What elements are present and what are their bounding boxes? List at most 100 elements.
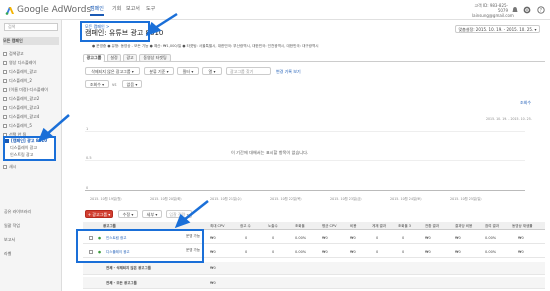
tab-opportunities[interactable]: 기회	[112, 5, 121, 14]
sidebar-all-campaigns[interactable]: 모든 캠페인	[3, 37, 59, 45]
cell-value: 0	[376, 250, 379, 254]
sidebar-campaign-item[interactable]: (이름 미정)-디스플레이	[3, 86, 59, 94]
cell-value: 0	[245, 236, 248, 240]
chart-y-tick: 0	[86, 186, 89, 190]
sidebar-campaign-item[interactable]: 디스플레이_광고3	[3, 104, 59, 112]
customer-id: 고객 ID: 983-825-5079	[474, 3, 508, 13]
cell-value: 0	[245, 250, 248, 254]
col-header[interactable]: 게재 결과	[372, 224, 386, 228]
cell-value: ₩0	[518, 236, 524, 240]
summary-label: 전체 - 삭제되지 않은 광고그룹	[106, 266, 151, 270]
tab-reports[interactable]: 보고서	[126, 5, 140, 14]
cell-value: 0	[402, 250, 405, 254]
cell-value: 0.00%	[485, 250, 497, 254]
chart-x-tick: 2015. 10월 24일(토)	[390, 197, 422, 201]
row-cpv[interactable]: ₩0	[210, 250, 216, 254]
tab-adgroups[interactable]: 광고그룹	[83, 54, 105, 62]
adgroup-filter-dropdown[interactable]: 삭제되지 않은 광고그룹 ▾	[85, 67, 140, 75]
chart-x-tick: 2015. 10월 22일(목)	[270, 197, 302, 201]
help-icon[interactable]: ?	[537, 6, 545, 14]
sidebar-campaign-item[interactable]: 검색광고	[3, 50, 59, 58]
account-info[interactable]: 고객 ID: 983-825-5079 lainsung@gmail.com	[472, 3, 514, 18]
tab-campaigns[interactable]: 캠페인	[90, 5, 104, 16]
cell-value: ₩0	[350, 250, 356, 254]
chart-empty-message: 이 기간에 대해서는 표시할 항목이 없습니다.	[231, 150, 309, 155]
vs-label: vs	[112, 82, 117, 87]
tab-settings[interactable]: 설정	[107, 54, 121, 62]
gear-icon[interactable]	[523, 6, 531, 14]
chart-gridline	[85, 131, 525, 132]
add-adgroup-button[interactable]: + 광고그룹 ▾	[85, 210, 113, 218]
segment-dropdown[interactable]: 분류 기준 ▾	[144, 67, 174, 75]
cell-value: ₩0	[425, 236, 431, 240]
sidebar-campaign-item[interactable]: 디스플레이_광고2	[3, 95, 59, 103]
col-header[interactable]: 전환 결과	[425, 224, 439, 228]
details-button[interactable]: 세부 ▾	[142, 210, 162, 218]
row-cpv[interactable]: ₩0	[210, 236, 216, 240]
sidebar-link-shared-library[interactable]: 공유 라이브러리	[4, 208, 60, 216]
bell-icon[interactable]	[511, 6, 519, 14]
chart-x-tick: 2015. 10월 21일(수)	[210, 197, 242, 201]
cell-value: ₩0	[322, 236, 328, 240]
chart-x-tick: 2015. 10월 19일(월)	[90, 197, 122, 201]
sidebar-campaign-item[interactable]: 영상 디스플레이	[3, 59, 59, 67]
chart-baseline	[85, 190, 525, 191]
col-header[interactable]: 광고그룹	[103, 224, 116, 228]
campaign-status-line: ● 운영중 ● 유형: 동영상 - 모든 기능 ● 예산: ₩1,000/일 ●…	[92, 44, 319, 48]
chart-y-tick: 1	[86, 127, 89, 131]
col-header[interactable]: 광고 수	[240, 224, 251, 228]
col-header[interactable]: 동영상 재생률	[512, 224, 532, 228]
cell-value: ₩0	[455, 236, 461, 240]
adgroup-search-input[interactable]: 광고그룹 찾기	[226, 67, 271, 75]
col-header[interactable]: 평균 CPV	[322, 224, 337, 228]
sidebar-link-bulk[interactable]: 일괄 작업	[4, 222, 60, 230]
date-range-picker[interactable]: 맞춤설정: 2015. 10. 19. - 2015. 10. 25. ▾	[455, 25, 540, 33]
cell-value: ₩0	[322, 250, 328, 254]
filter-dropdown[interactable]: 필터 ▾	[177, 67, 199, 75]
edit-button[interactable]: 수정 ▾	[118, 210, 138, 218]
cell-value: ₩0	[455, 250, 461, 254]
summary-row	[83, 262, 545, 275]
cell-value: 0.00%	[295, 236, 307, 240]
chart-y-tick: 0.5	[86, 156, 92, 160]
metric-dropdown-2[interactable]: 없음 ▾	[122, 80, 142, 88]
metric-dropdown-1[interactable]: 조회수 ▾	[85, 80, 109, 88]
chart-right-date: 2015. 10. 19. - 2015. 10. 25.	[486, 117, 532, 121]
change-history-link[interactable]: 변경 기록 보기	[276, 69, 301, 75]
account-email: lainsung@gmail.com	[472, 13, 514, 18]
sidebar-campaign-item[interactable]: 디스플레이_광고	[3, 68, 59, 76]
adwords-logo-icon	[5, 6, 15, 15]
app-logo-text: Google AdWords	[17, 5, 92, 15]
sidebar-adgroup-item[interactable]: 인스트림 광고	[10, 151, 55, 159]
col-header[interactable]: 조회율	[295, 224, 305, 228]
chart-x-tick: 2015. 10월 25일(일)	[450, 197, 482, 201]
sidebar-campaign-item[interactable]: 새시	[3, 163, 59, 171]
col-header[interactable]: 최대 CPV	[210, 224, 225, 228]
sidebar-link-reports[interactable]: 보고서	[4, 236, 60, 244]
tab-ads[interactable]: 광고	[123, 54, 137, 62]
cell-value: ₩0	[425, 250, 431, 254]
chevron-down-icon: ▾	[533, 27, 537, 32]
col-header[interactable]: 비용	[350, 224, 356, 228]
sidebar-search-input[interactable]: 검색	[4, 23, 58, 31]
cell-value: 0	[272, 250, 275, 254]
annotation-arrow	[174, 200, 209, 228]
adgroups-callout	[76, 229, 204, 263]
col-header[interactable]: 노출수	[268, 224, 278, 228]
col-header[interactable]: 결과당 비용	[455, 224, 472, 228]
summary-label: 전체 - 모든 광고그룹	[106, 281, 137, 285]
col-header[interactable]: 조회율 3	[398, 224, 411, 228]
col-header[interactable]: 참여 결과	[485, 224, 499, 228]
summary-cpv: ₩0	[210, 281, 216, 285]
chart-right-metric: 조회수	[520, 100, 532, 105]
title-callout	[80, 21, 150, 42]
sidebar-link-labels[interactable]: 라벨	[4, 250, 60, 258]
cell-value: 0	[272, 236, 275, 240]
chart-gridline	[85, 160, 525, 161]
columns-dropdown[interactable]: 열 ▾	[202, 67, 222, 75]
cell-value: 0.00%	[295, 250, 307, 254]
sidebar-campaign-item[interactable]: 디스플레이_2	[3, 77, 59, 85]
tab-video-targeting[interactable]: 동영상 타겟팅	[139, 54, 171, 62]
summary-row	[83, 277, 545, 289]
cell-value: 0	[402, 236, 405, 240]
